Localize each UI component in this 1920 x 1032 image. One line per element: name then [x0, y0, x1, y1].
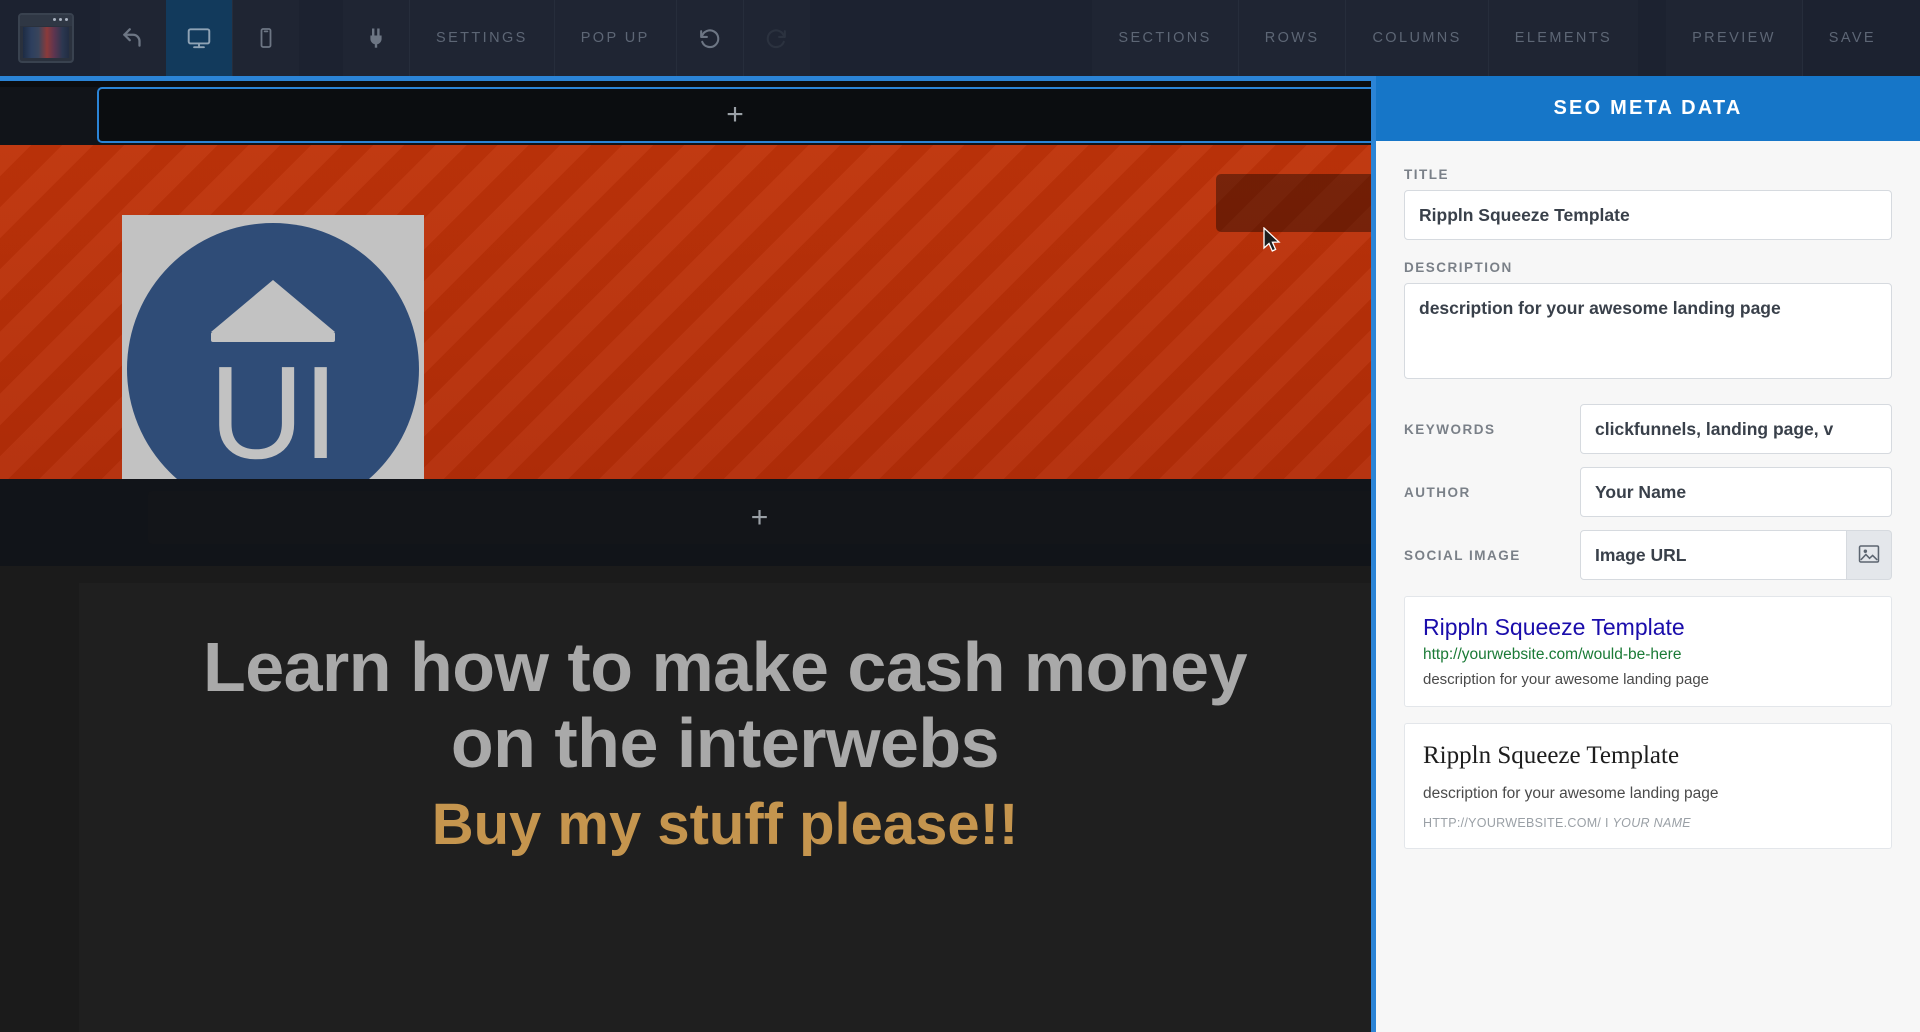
keywords-row: KEYWORDS: [1404, 404, 1892, 454]
content-section[interactable]: Learn how to make cash money on the inte…: [0, 566, 1371, 1032]
google-preview-title[interactable]: Rippln Squeeze Template: [1423, 613, 1873, 642]
builder-tabs-group: SECTIONS ROWS COLUMNS ELEMENTS: [1092, 0, 1639, 76]
popup-button[interactable]: POP UP: [554, 0, 676, 76]
chevron-up-icon: [211, 279, 335, 332]
plus-icon: +: [750, 500, 769, 534]
image-picker-icon: [1858, 544, 1880, 567]
social-preview-description: description for your awesome landing pag…: [1423, 785, 1719, 802]
publish-group: PREVIEW SAVE: [1666, 0, 1920, 76]
desktop-monitor-icon: [186, 25, 212, 51]
title-input[interactable]: [1404, 190, 1892, 240]
plug-integration-icon: [364, 26, 388, 50]
ui-circle-logo[interactable]: UI: [122, 215, 424, 479]
desktop-view-button[interactable]: [166, 0, 232, 76]
social-preview-meta-author: YOUR NAME: [1612, 816, 1691, 830]
google-preview-url: http://yourwebsite.com/would-be-here: [1423, 645, 1682, 663]
social-preview-card: Rippln Squeeze Template description for …: [1404, 722, 1892, 849]
description-label: DESCRIPTION: [1404, 260, 1513, 275]
redo-icon: [764, 26, 789, 51]
app-root: SETTINGS POP UP SECTIONS ROWS COLUMNS EL…: [0, 0, 1920, 1032]
social-image-row: SOCIAL IMAGE: [1404, 530, 1892, 580]
undo-button[interactable]: [100, 0, 166, 76]
headline-line-1: Learn how to make cash money: [202, 628, 1248, 706]
logo-dots: [53, 18, 68, 21]
panel-body: TITLE DESCRIPTION description for your a…: [1376, 141, 1920, 1032]
title-label: TITLE: [1404, 167, 1449, 182]
author-label: AUTHOR: [1404, 484, 1471, 500]
browser-window-icon[interactable]: [18, 13, 74, 63]
toolbar-gap: [1638, 0, 1666, 76]
google-preview-card: Rippln Squeeze Template http://yourwebsi…: [1404, 596, 1892, 707]
social-image-label: SOCIAL IMAGE: [1404, 547, 1521, 563]
author-row: AUTHOR: [1404, 467, 1892, 517]
save-button[interactable]: SAVE: [1803, 0, 1920, 76]
redo-button[interactable]: [743, 0, 810, 76]
plus-icon: +: [726, 98, 744, 131]
headline-line-2: on the interwebs: [450, 703, 1000, 782]
history-revert-icon: [697, 26, 722, 51]
subheadline: Buy my stuff please!!: [431, 792, 1019, 858]
keywords-input[interactable]: [1580, 404, 1892, 454]
google-preview-description: description for your awesome landing pag…: [1423, 670, 1710, 688]
author-input-wrap: [1580, 467, 1892, 517]
add-section-middle[interactable]: +: [148, 491, 1371, 544]
tab-rows[interactable]: ROWS: [1238, 0, 1346, 76]
revert-history-button[interactable]: [676, 0, 743, 76]
preview-button[interactable]: PREVIEW: [1666, 0, 1802, 76]
page-actions-group: SETTINGS POP UP: [343, 0, 810, 76]
tab-elements[interactable]: ELEMENTS: [1488, 0, 1639, 76]
social-image-input-wrap: [1580, 530, 1892, 580]
social-image-input[interactable]: [1580, 530, 1847, 580]
hero-section[interactable]: UI: [0, 145, 1371, 479]
hero-cta-button[interactable]: [1216, 174, 1371, 232]
mobile-view-button[interactable]: [233, 0, 299, 76]
logo-circle: UI: [127, 222, 419, 479]
device-toggle-group: [166, 0, 299, 76]
page-canvas: + UI + Learn how to make cash money on t…: [0, 76, 1371, 1032]
description-textarea[interactable]: description for your awesome landing pag…: [1404, 283, 1892, 379]
content-column[interactable]: Learn how to make cash money on the inte…: [79, 583, 1371, 1032]
seo-meta-data-panel: SEO META DATA TITLE DESCRIPTION descript…: [1371, 76, 1920, 1032]
undo-arrow-icon: [120, 25, 146, 51]
social-preview-title: Rippln Squeeze Template: [1423, 741, 1680, 769]
author-input[interactable]: [1580, 467, 1892, 517]
tab-columns[interactable]: COLUMNS: [1346, 0, 1488, 76]
tab-sections[interactable]: SECTIONS: [1092, 0, 1238, 76]
image-picker-button[interactable]: [1846, 530, 1892, 580]
social-preview-meta-url: HTTP://YOURWEBSITE.COM/ I: [1423, 816, 1613, 830]
logo-text: UI: [209, 338, 339, 479]
settings-button[interactable]: SETTINGS: [410, 0, 554, 76]
social-preview-meta: HTTP://YOURWEBSITE.COM/ I YOUR NAME: [1423, 816, 1873, 830]
keywords-input-wrap: [1580, 404, 1892, 454]
panel-title: SEO META DATA: [1376, 76, 1920, 141]
editor-toolbar: SETTINGS POP UP SECTIONS ROWS COLUMNS EL…: [0, 0, 1920, 76]
add-section-top[interactable]: +: [97, 87, 1371, 143]
keywords-label: KEYWORDS: [1404, 421, 1496, 437]
integrations-button[interactable]: [343, 0, 409, 76]
mobile-phone-icon: [254, 26, 278, 50]
logo-screen: [23, 27, 69, 58]
